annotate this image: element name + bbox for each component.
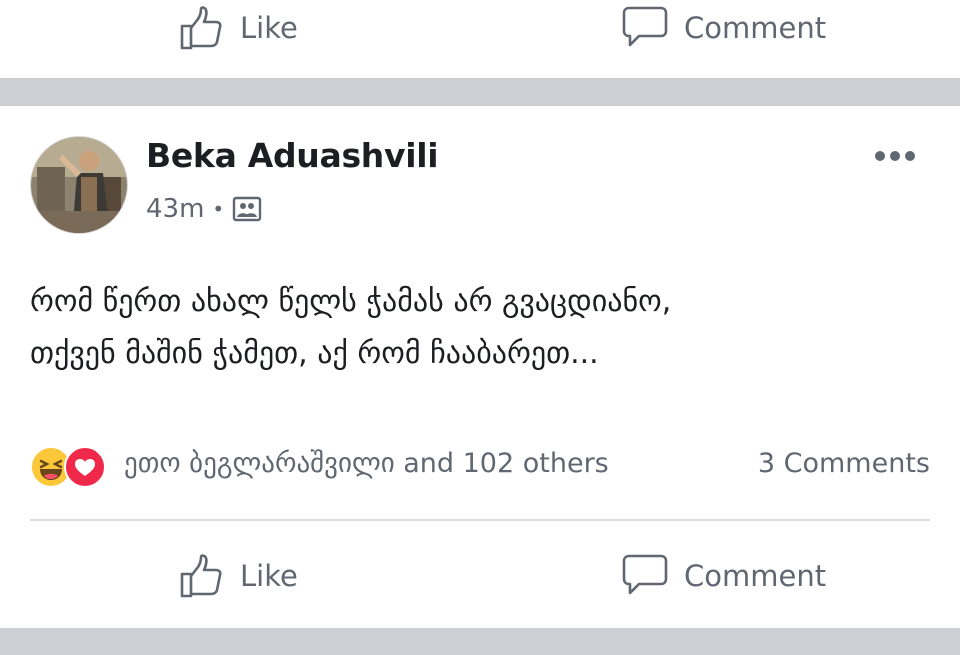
thumbs-up-icon xyxy=(180,6,222,50)
divider xyxy=(30,519,930,521)
avatar[interactable] xyxy=(30,136,128,234)
comments-count-link[interactable]: 3 Comments xyxy=(758,448,930,479)
post-author[interactable]: Beka Aduashvili xyxy=(146,136,439,175)
comment-label: Comment xyxy=(684,11,827,45)
previous-post-action-bar: Like Comment xyxy=(0,0,960,78)
more-dot-icon xyxy=(905,151,915,161)
reactions-row: ეთო ბეგლარაშვილი and 102 others 3 Commen… xyxy=(30,444,930,488)
like-label: Like xyxy=(240,11,298,45)
comment-bubble-icon xyxy=(622,554,668,595)
like-label: Like xyxy=(240,559,298,593)
meta-separator: • xyxy=(212,197,225,221)
comment-button[interactable]: Comment xyxy=(620,552,826,600)
group-photo-icon xyxy=(233,196,262,222)
love-reaction-icon xyxy=(64,446,106,488)
like-button[interactable]: Like xyxy=(178,552,298,600)
post-meta: 43m • xyxy=(146,194,262,224)
more-dot-icon xyxy=(875,151,885,161)
reactions-summary[interactable]: ეთო ბეგლარაშვილი and 102 others xyxy=(124,448,609,479)
post-text-line: თქვენ მაშინ ჭამეთ, აქ რომ ჩააბარეთ... xyxy=(30,336,599,371)
feed-separator xyxy=(0,78,960,106)
post-action-bar: Like Comment xyxy=(0,540,960,628)
reaction-icons[interactable] xyxy=(30,446,110,488)
feed-separator xyxy=(0,628,960,655)
post-text-line: რომ წერთ ახალ წელს ჭამას არ გვაცდიანო, xyxy=(30,284,672,319)
thumbs-up-icon xyxy=(180,554,222,598)
comment-label: Comment xyxy=(684,559,827,593)
more-options-button[interactable] xyxy=(872,144,918,168)
post-text: რომ წერთ ახალ წელს ჭამას არ გვაცდიანო, თ… xyxy=(30,276,930,380)
post-time[interactable]: 43m xyxy=(146,194,204,224)
comment-bubble-icon xyxy=(622,6,668,47)
more-dot-icon xyxy=(890,151,900,161)
like-button[interactable]: Like xyxy=(178,4,298,52)
comment-button[interactable]: Comment xyxy=(620,4,826,52)
